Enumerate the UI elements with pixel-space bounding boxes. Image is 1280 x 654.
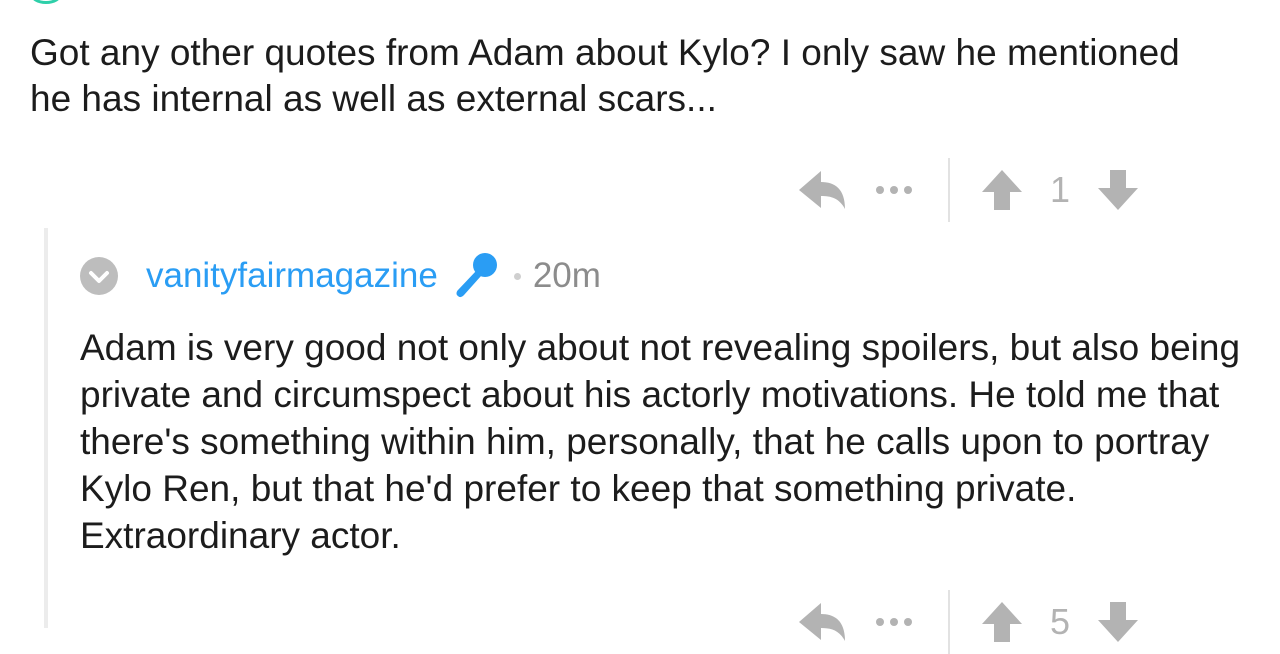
score-count: 5 [1049, 601, 1071, 642]
upvote-button[interactable] [974, 590, 1030, 654]
more-options-button[interactable] [854, 590, 934, 654]
meta-separator [513, 272, 521, 280]
upvote-icon [982, 602, 1022, 642]
parent-action-bar: 1 [790, 158, 1146, 222]
action-divider [948, 158, 950, 222]
downvote-icon [1098, 602, 1138, 642]
parent-avatar [30, 0, 62, 4]
more-icon [873, 186, 915, 194]
more-icon [873, 618, 915, 626]
comment-age: 20m [532, 256, 601, 295]
author-avatar[interactable] [80, 257, 118, 295]
action-divider [948, 590, 950, 654]
downvote-icon [1098, 170, 1138, 210]
parent-comment-body: Got any other quotes from Adam about Kyl… [30, 32, 1180, 119]
reply-meta: vanityfairmagazine 20m [80, 252, 601, 300]
reply-comment-body: Adam is very good not only about not rev… [80, 327, 1241, 556]
downvote-button[interactable] [1090, 590, 1146, 654]
score-count: 1 [1049, 169, 1071, 210]
reply-action-bar: 5 [790, 590, 1146, 654]
author-username[interactable]: vanityfairmagazine [146, 256, 438, 296]
upvote-icon [982, 170, 1022, 210]
thread-indent-line [44, 228, 48, 628]
microphone-icon [456, 253, 497, 298]
reply-icon [799, 171, 845, 209]
checkmark-icon [89, 271, 109, 283]
reply-button[interactable] [790, 590, 854, 654]
more-options-button[interactable] [854, 158, 934, 222]
downvote-button[interactable] [1090, 158, 1146, 222]
reply-icon [799, 603, 845, 641]
upvote-button[interactable] [974, 158, 1030, 222]
reply-button[interactable] [790, 158, 854, 222]
